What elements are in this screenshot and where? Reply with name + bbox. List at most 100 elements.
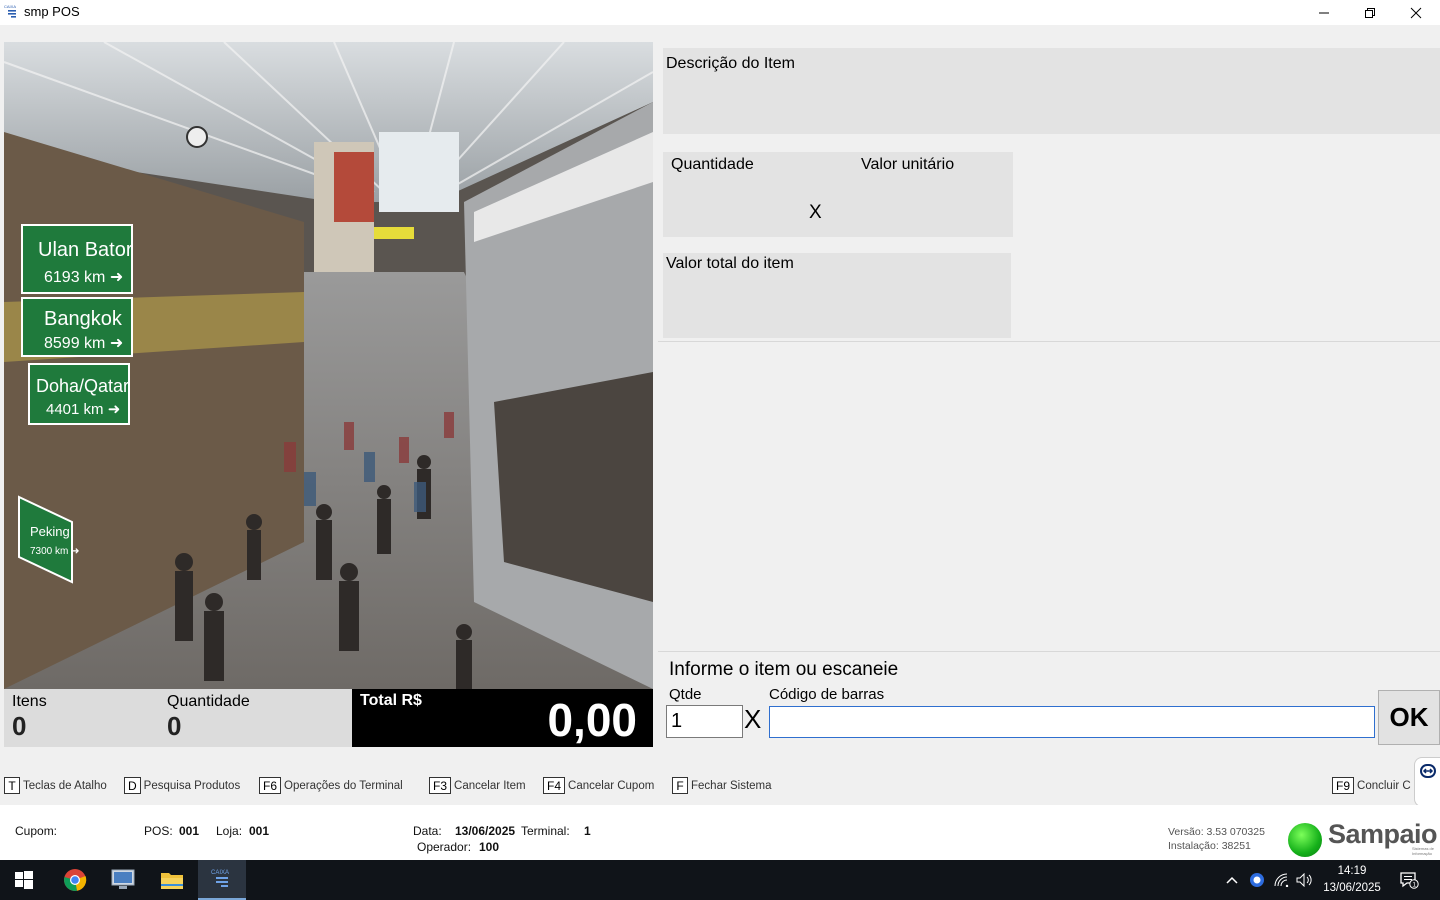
total-value: 0,00 bbox=[547, 694, 637, 746]
sign-ulan-bator: Ulan Bator 6193 km ➜ bbox=[21, 224, 133, 294]
quantity-label: Quantidade bbox=[671, 156, 754, 173]
shortcut-label: Concluir C bbox=[1357, 779, 1411, 792]
total-label: Total R$ bbox=[360, 692, 422, 709]
ok-button[interactable]: OK bbox=[1378, 690, 1440, 745]
remote-support-icon bbox=[1419, 764, 1436, 778]
airport-photo: Ulan Bator 6193 km ➜ Bangkok 8599 km ➜ D… bbox=[4, 42, 653, 689]
notification-icon: 1 bbox=[1400, 872, 1419, 889]
barcode-input[interactable] bbox=[769, 706, 1375, 738]
item-total-box: Valor total do item bbox=[663, 253, 1011, 338]
restore-icon bbox=[1365, 7, 1375, 18]
shortcut-operacoes-terminal[interactable]: F6 Operações do Terminal bbox=[259, 777, 403, 794]
qty-input[interactable] bbox=[666, 705, 743, 738]
cupom-label: Cupom: bbox=[15, 824, 58, 838]
unit-price-label: Valor unitário bbox=[861, 156, 955, 173]
barcode-label: Código de barras bbox=[769, 686, 885, 703]
shortcut-cancelar-cupom[interactable]: F4 Cancelar Cupom bbox=[543, 777, 654, 794]
windows-start-icon bbox=[15, 871, 33, 889]
sign-bangkok: Bangkok 8599 km ➜ bbox=[21, 297, 133, 357]
chevron-up-icon bbox=[1226, 876, 1238, 884]
svg-text:CAIXA: CAIXA bbox=[211, 870, 229, 876]
item-description-box: Descrição do Item bbox=[663, 48, 1440, 134]
shortcut-label: Teclas de Atalho bbox=[23, 779, 107, 792]
taskbar-smp-pos[interactable]: CAIXA bbox=[198, 860, 246, 900]
pos-label: POS: bbox=[144, 824, 173, 838]
title-bar: CAIXA smp POS bbox=[0, 0, 1440, 25]
chrome-icon bbox=[64, 869, 87, 891]
minimize-icon bbox=[1319, 12, 1329, 13]
shortcut-bar: T Teclas de Atalho D Pesquisa Produtos F… bbox=[0, 769, 1440, 805]
svg-text:4401 km ➜: 4401 km ➜ bbox=[46, 401, 120, 418]
shortcut-fechar-sistema[interactable]: F Fechar Sistema bbox=[672, 777, 772, 794]
close-icon bbox=[1410, 7, 1422, 18]
svg-text:6193 km ➜: 6193 km ➜ bbox=[44, 269, 123, 286]
shortcut-cancelar-item[interactable]: F3 Cancelar Item bbox=[429, 777, 526, 794]
start-button[interactable] bbox=[0, 860, 48, 900]
tray-network[interactable] bbox=[1272, 860, 1292, 900]
shortcut-key: F6 bbox=[259, 777, 282, 794]
operador-value: 100 bbox=[479, 840, 500, 854]
tray-volume[interactable] bbox=[1295, 860, 1315, 900]
svg-text:1: 1 bbox=[1412, 881, 1416, 888]
shortcut-label: Cancelar Item bbox=[454, 779, 526, 792]
data-label: Data: bbox=[413, 824, 442, 838]
multiply-sign: X bbox=[809, 202, 822, 223]
shortcut-key: D bbox=[124, 777, 141, 794]
taskbar-remote-desktop[interactable] bbox=[99, 860, 147, 900]
pos-value: 001 bbox=[179, 824, 200, 838]
svg-text:8599 km ➜: 8599 km ➜ bbox=[44, 335, 123, 352]
total-panel: Total R$ 0,00 bbox=[352, 689, 653, 747]
shortcut-teclas-atalho[interactable]: T Teclas de Atalho bbox=[4, 777, 107, 794]
svg-text:CAIXA: CAIXA bbox=[4, 4, 16, 9]
status-bar: Cupom: POS: 001 Loja: 001 Data: 13/06/20… bbox=[0, 805, 1440, 860]
svg-text:Ulan Bator: Ulan Bator bbox=[38, 239, 133, 261]
quantity-total-label: Quantidade bbox=[167, 693, 250, 710]
file-explorer-icon bbox=[161, 873, 183, 889]
item-total-label: Valor total do item bbox=[666, 255, 794, 272]
volume-icon bbox=[1296, 873, 1312, 887]
version-text: Versão: 3.53 070325 bbox=[1168, 826, 1265, 838]
taskbar: CAIXA 14:19 13/06/2025 1 bbox=[0, 860, 1440, 900]
shortcut-concluir[interactable]: F9 Concluir C bbox=[1332, 777, 1411, 794]
shortcut-key: F3 bbox=[429, 777, 452, 794]
loja-label: Loja: bbox=[216, 824, 243, 838]
clock-time: 14:19 bbox=[1337, 865, 1367, 877]
sign-doha: Doha/Qatar 4401 km ➜ bbox=[28, 363, 130, 425]
smp-pos-icon: CAIXA bbox=[211, 870, 229, 887]
tray-app[interactable] bbox=[1247, 860, 1267, 900]
remote-desktop-icon bbox=[111, 869, 135, 889]
restore-button[interactable] bbox=[1347, 0, 1393, 25]
wifi-icon bbox=[1274, 873, 1289, 887]
minimize-button[interactable] bbox=[1301, 0, 1347, 25]
side-panel-tab[interactable] bbox=[1414, 757, 1440, 807]
taskbar-file-explorer[interactable] bbox=[148, 860, 196, 900]
sampaio-logo-ball bbox=[1288, 823, 1322, 857]
qty-label: Qtde bbox=[669, 686, 702, 703]
item-info-panel: Descrição do Item Quantidade X Valor uni… bbox=[658, 42, 1440, 342]
shortcut-key: F bbox=[672, 777, 688, 794]
items-value: 0 bbox=[12, 711, 27, 741]
entry-heading: Informe o item ou escaneie bbox=[669, 659, 899, 680]
app-icon: CAIXA bbox=[4, 3, 20, 19]
clock-date: 13/06/2025 bbox=[1323, 882, 1381, 894]
quantity-unit-price-box: Quantidade X Valor unitário bbox=[663, 152, 1013, 237]
svg-text:7300 km ➜: 7300 km ➜ bbox=[30, 546, 80, 557]
tray-chevron[interactable] bbox=[1222, 860, 1242, 900]
svg-text:Bangkok: Bangkok bbox=[44, 308, 123, 330]
shortcut-key: F9 bbox=[1332, 777, 1355, 794]
counts-panel: Itens 0 Quantidade 0 bbox=[4, 689, 352, 747]
notification-center[interactable]: 1 bbox=[1395, 860, 1423, 900]
taskbar-chrome[interactable] bbox=[51, 860, 99, 900]
terminal-value: 1 bbox=[584, 824, 591, 838]
close-button[interactable] bbox=[1393, 0, 1439, 25]
taskbar-clock[interactable]: 14:19 13/06/2025 bbox=[1316, 863, 1388, 897]
svg-text:Peking: Peking bbox=[30, 524, 70, 539]
window-title: smp POS bbox=[24, 4, 80, 19]
shortcut-pesquisa-produtos[interactable]: D Pesquisa Produtos bbox=[124, 777, 240, 794]
sampaio-logo-subtitle: Sistemas de Informação bbox=[1412, 846, 1435, 856]
shortcut-label: Pesquisa Produtos bbox=[143, 779, 241, 792]
operador-label: Operador: bbox=[417, 840, 472, 854]
item-entry-panel: Informe o item ou escaneie Qtde Código d… bbox=[658, 651, 1440, 747]
entry-multiply-sign: X bbox=[744, 704, 762, 734]
loja-value: 001 bbox=[249, 824, 270, 838]
